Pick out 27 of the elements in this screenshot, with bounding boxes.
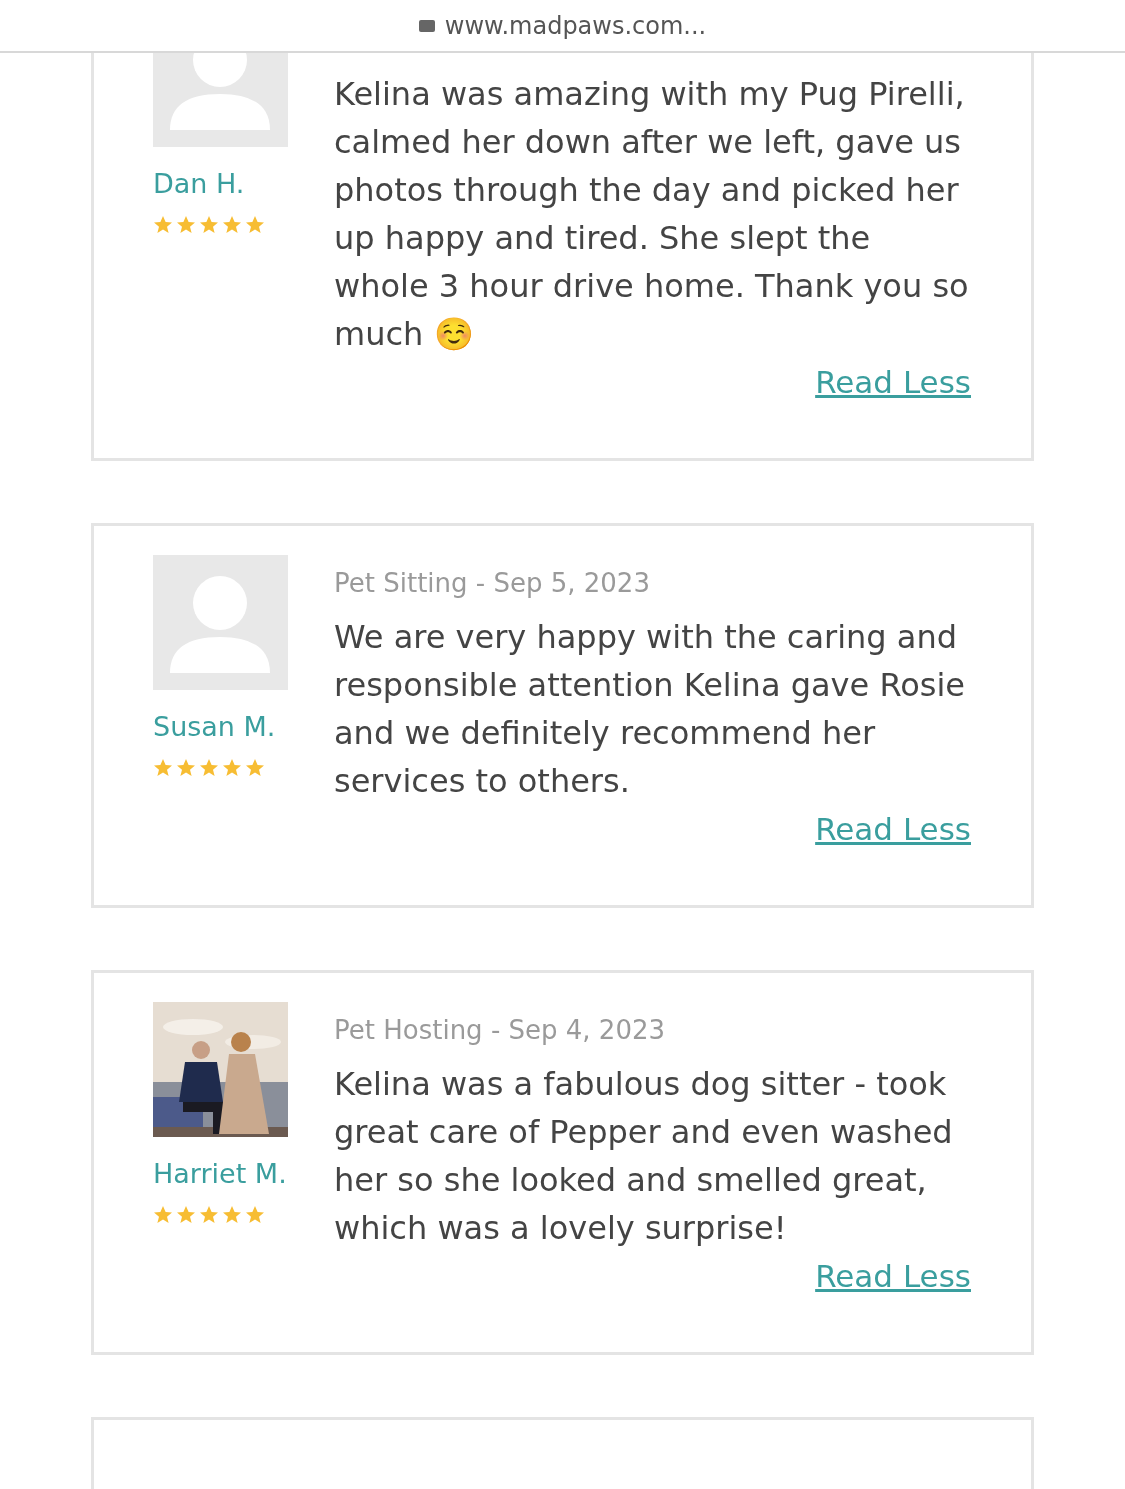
reviewer-name[interactable]: Susan M. xyxy=(153,706,288,748)
star-icon xyxy=(153,1205,173,1225)
star-icon xyxy=(245,1205,265,1225)
read-less-link[interactable]: Read Less xyxy=(815,358,971,406)
star-icon xyxy=(153,758,173,778)
read-less-link[interactable]: Read Less xyxy=(815,805,971,853)
reviewer-name[interactable]: Dan H. xyxy=(153,163,288,205)
star-icon xyxy=(222,1205,242,1225)
review-text: Kelina was amazing with my Pug Pirelli, calmed her down after we left, gave us photos through the day and picked her up happy and tired. She slept the whole 3 hour drive home. Thank you so much ☺ xyxy=(334,74,970,355)
star-icon xyxy=(245,215,265,235)
review-text: Kelina was a fabulous dog sitter - took great care of Pepper and even washed her so she looked and smelled great, which was a lovely surprise! xyxy=(334,1064,954,1249)
review-text: We are very happy with the caring and responsible attention Kelina gave Rosie and we definitely recommend her services to others. xyxy=(334,617,966,802)
star-icon xyxy=(176,1205,196,1225)
star-icon xyxy=(153,215,173,235)
service-date: Pet Sitting - Sep 5, 2023 xyxy=(334,567,651,600)
star-icon xyxy=(245,758,265,778)
star-icon xyxy=(222,215,242,235)
star-icon xyxy=(176,215,196,235)
star-icon xyxy=(199,215,219,235)
service-date: Pet Hosting - Sep 4, 2023 xyxy=(334,1014,667,1047)
star-icon xyxy=(222,758,242,778)
star-icon xyxy=(199,1205,219,1225)
star-icon xyxy=(199,758,219,778)
reviewer-name[interactable]: Harriet M. xyxy=(153,1153,288,1195)
read-less-link[interactable]: Read Less xyxy=(815,1252,971,1300)
url-text[interactable]: www.madpaws.com... xyxy=(444,11,707,40)
star-icon xyxy=(176,758,196,778)
